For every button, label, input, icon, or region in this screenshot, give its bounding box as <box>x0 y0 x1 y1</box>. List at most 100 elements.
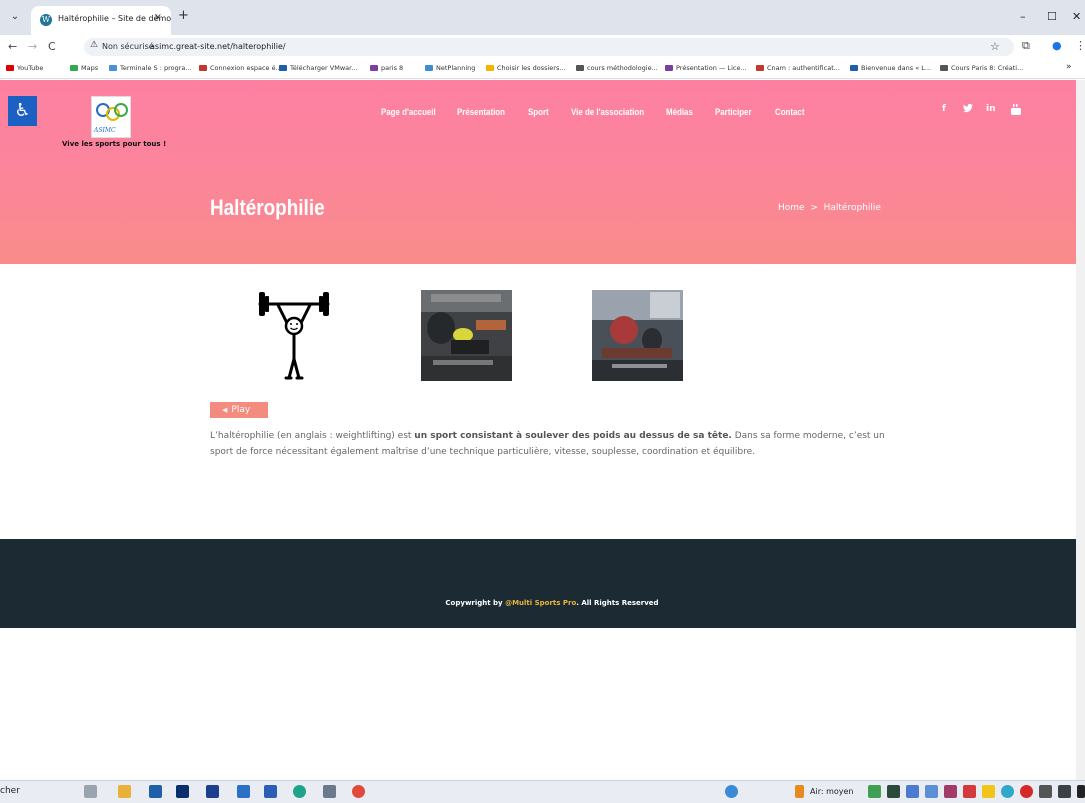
security-label[interactable]: Non sécurisé <box>102 42 154 51</box>
tab-close-icon[interactable]: × <box>154 12 162 23</box>
store-icon[interactable] <box>149 785 162 798</box>
url-text[interactable]: asimc.great-site.net/halterophilie/ <box>150 42 286 51</box>
tray-icon-10[interactable] <box>1039 785 1052 798</box>
bookmarks-bar: » YouTube Maps Terminale S : progra... Conn… <box>0 59 1085 79</box>
accessibility-button[interactable]: ♿ <box>8 96 37 126</box>
bookmark-star-icon[interactable]: ☆ <box>990 40 1000 53</box>
speaker-icon: ◀ <box>222 406 228 414</box>
file-explorer-icon[interactable] <box>118 785 131 798</box>
bookmark-item[interactable]: Maps <box>70 64 98 72</box>
bookmark-label: Cnam : authentificat... <box>767 64 840 72</box>
page-scrollbar[interactable] <box>1076 80 1085 780</box>
help-icon[interactable] <box>725 785 738 798</box>
active-tab[interactable]: W Haltérophilie – Site de démo × <box>31 6 171 35</box>
close-window-button[interactable]: ✕ <box>1072 10 1081 23</box>
bookmark-label: cours méthodologie... <box>587 64 658 72</box>
nav-item-participer[interactable]: Participer <box>715 107 752 117</box>
page-title: Haltérophilie <box>210 195 325 220</box>
mail-icon[interactable] <box>237 785 250 798</box>
dropbox-icon[interactable] <box>176 785 189 798</box>
bookmark-favicon-icon <box>199 65 207 71</box>
bookmark-item[interactable]: Terminale S : progra... <box>109 64 192 72</box>
bookmark-favicon-icon <box>940 65 948 71</box>
nav-item-vie-association[interactable]: Vie de l'association <box>571 107 644 117</box>
bookmark-favicon-icon <box>370 65 378 71</box>
air-quality-icon <box>795 785 804 798</box>
wordpress-favicon-icon: W <box>40 14 52 26</box>
bookmark-label: Terminale S : progra... <box>120 64 192 72</box>
taskbar-search[interactable]: cher <box>0 786 20 796</box>
new-tab-button[interactable]: + <box>178 8 189 23</box>
bookmark-item[interactable]: Cnam : authentificat... <box>756 64 840 72</box>
bookmark-favicon-icon <box>850 65 858 71</box>
bookmark-label: YouTube <box>17 64 44 72</box>
footer-brand-link[interactable]: @Multi Sports Pro <box>505 599 576 607</box>
nav-item-presentation[interactable]: Présentation <box>457 107 505 117</box>
logo-text: ASIMC <box>94 127 116 134</box>
gym-photo-1 <box>421 290 512 381</box>
bookmarks-overflow-button[interactable]: » <box>1066 62 1072 72</box>
tray-icon-1[interactable] <box>868 785 881 798</box>
tab-search-chevron-icon[interactable]: ⌄ <box>8 10 22 24</box>
breadcrumb-home[interactable]: Home <box>778 203 805 213</box>
bookmark-item[interactable]: Connexion espace é... <box>199 64 282 72</box>
bookmark-favicon-icon <box>425 65 433 71</box>
bookmark-favicon-icon <box>6 65 14 71</box>
bookmark-label: NetPlanning <box>436 64 476 72</box>
air-quality-text[interactable]: Air: moyen <box>810 787 854 796</box>
play-audio-button[interactable]: ◀ Play <box>210 402 268 418</box>
chrome-icon[interactable] <box>352 785 365 798</box>
profile-avatar-icon[interactable]: ● <box>1052 39 1062 52</box>
breadcrumb-current: Haltérophilie <box>823 203 881 213</box>
tray-icon-5[interactable] <box>944 785 957 798</box>
app-icon[interactable] <box>206 785 219 798</box>
address-bar-row: ← → C ⚠ Non sécurisé asimc.great-site.ne… <box>0 35 1085 59</box>
bookmark-favicon-icon <box>70 65 78 71</box>
tray-icon-6[interactable] <box>963 785 976 798</box>
site-logo[interactable]: ASIMC <box>91 96 131 138</box>
warning-icon[interactable]: ⚠ <box>90 40 98 50</box>
tray-icon-2[interactable] <box>887 785 900 798</box>
youtube-icon[interactable] <box>1011 104 1021 118</box>
bookmark-item[interactable]: Télécharger VMwar... <box>279 64 357 72</box>
bookmark-item[interactable]: Cours Paris 8: Créati... <box>940 64 1023 72</box>
bookmark-item[interactable]: Présentation — Lice... <box>665 64 747 72</box>
twitter-icon[interactable] <box>963 103 973 116</box>
browser-menu-icon[interactable]: ⋮ <box>1075 39 1085 52</box>
tray-icon-7[interactable] <box>982 785 995 798</box>
bookmark-favicon-icon <box>576 65 584 71</box>
nav-item-medias[interactable]: Médias <box>666 107 693 117</box>
bookmark-item[interactable]: NetPlanning <box>425 64 475 72</box>
minimize-button[interactable]: – <box>1020 10 1026 23</box>
nav-item-accueil[interactable]: Page d'accueil <box>381 107 436 117</box>
bookmark-item[interactable]: cours méthodologie... <box>576 64 658 72</box>
tray-icon-8[interactable] <box>1001 785 1014 798</box>
tray-icon-3[interactable] <box>906 785 919 798</box>
bookmark-item[interactable]: Choisir les dossiers... <box>486 64 566 72</box>
tray-icon-12[interactable] <box>1077 785 1085 798</box>
edge-icon[interactable] <box>293 785 306 798</box>
bookmark-label: Bienvenue dans « L... <box>861 64 932 72</box>
reload-button[interactable]: C <box>48 40 56 53</box>
weightlifter-drawing <box>258 292 330 380</box>
facebook-icon[interactable]: f <box>942 104 946 114</box>
linkedin-icon[interactable]: in <box>986 104 996 114</box>
back-button[interactable]: ← <box>8 40 17 53</box>
tray-icon-9[interactable] <box>1020 785 1033 798</box>
bookmark-item[interactable]: YouTube <box>6 64 43 72</box>
omnibox[interactable]: ⚠ Non sécurisé asimc.great-site.net/halt… <box>84 38 1014 56</box>
terminal-icon[interactable] <box>323 785 336 798</box>
nav-item-sport[interactable]: Sport <box>528 107 549 117</box>
tray-icon-11[interactable] <box>1058 785 1071 798</box>
maximize-button[interactable]: ☐ <box>1047 10 1057 23</box>
task-view-icon[interactable] <box>84 785 97 798</box>
nav-item-contact[interactable]: Contact <box>775 107 804 117</box>
extensions-icon[interactable]: ⧉ <box>1022 39 1030 53</box>
forward-button[interactable]: → <box>28 40 37 53</box>
word-icon[interactable] <box>264 785 277 798</box>
bookmark-item[interactable]: Bienvenue dans « L... <box>850 64 931 72</box>
tray-icon-4[interactable] <box>925 785 938 798</box>
bookmark-item[interactable]: paris 8 <box>370 64 403 72</box>
site-footer: Copywright by @Multi Sports Pro. All Rig… <box>0 539 1076 628</box>
intro-paragraph: L’haltérophilie (en anglais : weightlift… <box>210 428 910 460</box>
